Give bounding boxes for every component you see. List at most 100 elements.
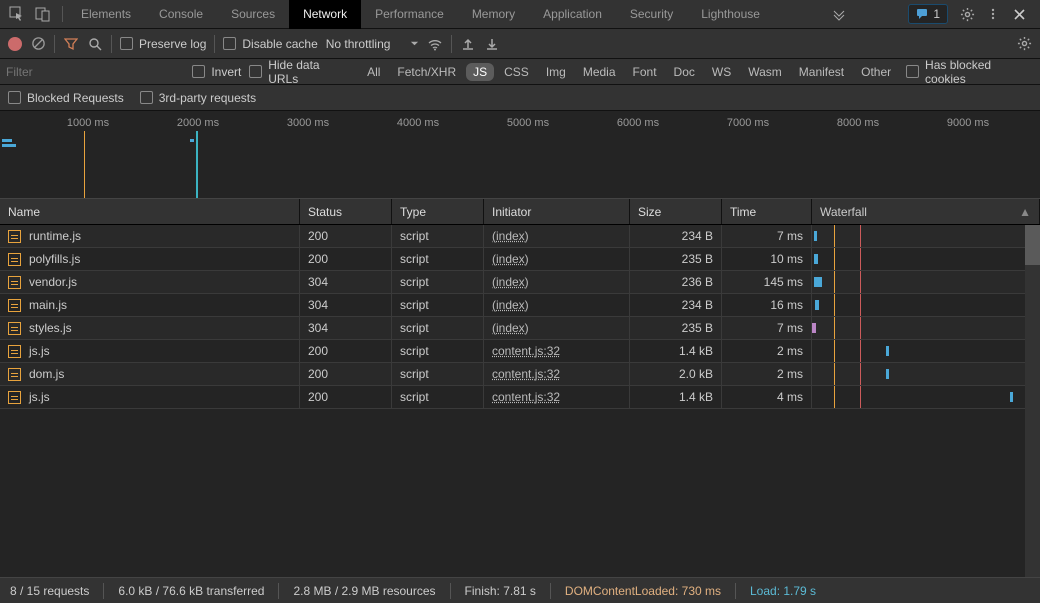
blocked-cookies-label: Has blocked cookies [925, 58, 1034, 86]
cell-name: runtime.js [0, 225, 300, 247]
more-tabs-chevron-icon[interactable] [828, 3, 850, 25]
inspect-icon[interactable] [6, 3, 28, 25]
tab-elements[interactable]: Elements [67, 0, 145, 29]
cell-time: 16 ms [722, 294, 812, 316]
gear-icon[interactable] [956, 3, 978, 25]
close-icon[interactable] [1008, 3, 1030, 25]
kebab-icon[interactable] [982, 3, 1004, 25]
cell-size: 2.0 kB [630, 363, 722, 385]
table-row[interactable]: js.js200scriptcontent.js:321.4 kB4 ms [0, 386, 1040, 409]
preserve-log-label: Preserve log [139, 37, 206, 51]
filter-chip-css[interactable]: CSS [497, 63, 536, 81]
search-icon[interactable] [87, 36, 103, 52]
cell-status: 304 [300, 294, 392, 316]
col-type[interactable]: Type [392, 199, 484, 224]
tab-lighthouse[interactable]: Lighthouse [687, 0, 774, 29]
col-size[interactable]: Size [630, 199, 722, 224]
clear-icon[interactable] [30, 36, 46, 52]
table-row[interactable]: js.js200scriptcontent.js:321.4 kB2 ms [0, 340, 1040, 363]
col-status[interactable]: Status [300, 199, 392, 224]
initiator-link[interactable]: content.js:32 [492, 344, 560, 358]
filter-chip-js[interactable]: JS [466, 63, 494, 81]
separator [111, 35, 112, 53]
tab-console[interactable]: Console [145, 0, 217, 29]
waterfall-bar [886, 369, 889, 379]
upload-icon[interactable] [460, 36, 476, 52]
tab-sources[interactable]: Sources [217, 0, 289, 29]
initiator-link[interactable]: (index) [492, 275, 529, 289]
device-toggle-icon[interactable] [32, 3, 54, 25]
filter-chip-font[interactable]: Font [626, 63, 664, 81]
cell-waterfall [812, 363, 1040, 385]
timeline-tick: 3000 ms [287, 117, 329, 129]
filter-chip-ws[interactable]: WS [705, 63, 738, 81]
table-row[interactable]: polyfills.js200script(index)235 B10 ms [0, 248, 1040, 271]
tab-memory[interactable]: Memory [458, 0, 529, 29]
cell-initiator: (index) [484, 225, 630, 247]
cell-type: script [392, 340, 484, 362]
filter-chip-media[interactable]: Media [576, 63, 623, 81]
dcl-marker [84, 131, 85, 198]
load-marker [196, 131, 198, 198]
record-button[interactable] [8, 37, 22, 51]
tab-security[interactable]: Security [616, 0, 687, 29]
initiator-link[interactable]: (index) [492, 229, 529, 243]
table-row[interactable]: styles.js304script(index)235 B7 ms [0, 317, 1040, 340]
timeline-tick: 5000 ms [507, 117, 549, 129]
cell-type: script [392, 317, 484, 339]
cell-size: 234 B [630, 225, 722, 247]
initiator-link[interactable]: content.js:32 [492, 390, 560, 404]
cell-name: vendor.js [0, 271, 300, 293]
hide-data-urls-checkbox[interactable]: Hide data URLs [249, 58, 352, 86]
filter-chip-other[interactable]: Other [854, 63, 898, 81]
download-icon[interactable] [484, 36, 500, 52]
file-name: runtime.js [29, 229, 81, 243]
third-party-checkbox[interactable]: 3rd-party requests [140, 91, 256, 105]
scrollthumb[interactable] [1025, 225, 1040, 265]
blocked-requests-checkbox[interactable]: Blocked Requests [8, 91, 124, 105]
table-row[interactable]: main.js304script(index)234 B16 ms [0, 294, 1040, 317]
waterfall-bar [815, 300, 819, 310]
filter-chip-wasm[interactable]: Wasm [741, 63, 789, 81]
timeline-tick: 9000 ms [947, 117, 989, 129]
cell-waterfall [812, 294, 1040, 316]
issues-badge[interactable]: 1 [908, 4, 948, 24]
table-row[interactable]: dom.js200scriptcontent.js:322.0 kB2 ms [0, 363, 1040, 386]
filter-chip-manifest[interactable]: Manifest [792, 63, 851, 81]
preserve-log-checkbox[interactable]: Preserve log [120, 37, 206, 51]
disable-cache-checkbox[interactable]: Disable cache [223, 37, 317, 51]
tab-performance[interactable]: Performance [361, 0, 458, 29]
throttling-select[interactable]: No throttling [326, 37, 420, 51]
invert-checkbox[interactable]: Invert [192, 65, 241, 79]
filter-chip-img[interactable]: Img [539, 63, 573, 81]
tab-network[interactable]: Network [289, 0, 361, 29]
separator [54, 35, 55, 53]
col-initiator[interactable]: Initiator [484, 199, 630, 224]
initiator-link[interactable]: (index) [492, 321, 529, 335]
initiator-link[interactable]: content.js:32 [492, 367, 560, 381]
filter-chip-all[interactable]: All [360, 63, 387, 81]
filter-icon[interactable] [63, 36, 79, 52]
cell-time: 145 ms [722, 271, 812, 293]
tab-application[interactable]: Application [529, 0, 616, 29]
waterfall-bar [814, 277, 822, 287]
blocked-cookies-checkbox[interactable]: Has blocked cookies [906, 58, 1034, 86]
gear-icon[interactable] [1016, 36, 1032, 52]
filter-chip-doc[interactable]: Doc [667, 63, 702, 81]
col-time[interactable]: Time [722, 199, 812, 224]
filter-input[interactable] [6, 63, 184, 81]
wifi-icon[interactable] [427, 36, 443, 52]
overview-timeline[interactable]: 1000 ms2000 ms3000 ms4000 ms5000 ms6000 … [0, 111, 1040, 199]
status-requests: 8 / 15 requests [10, 584, 89, 598]
table-row[interactable]: vendor.js304script(index)236 B145 ms [0, 271, 1040, 294]
status-load: Load: 1.79 s [750, 584, 816, 598]
col-name[interactable]: Name [0, 199, 300, 224]
col-waterfall[interactable]: Waterfall▲ [812, 199, 1040, 224]
type-filter-chips: AllFetch/XHRJSCSSImgMediaFontDocWSWasmMa… [360, 63, 898, 81]
scrollbar[interactable] [1025, 225, 1040, 577]
table-row[interactable]: runtime.js200script(index)234 B7 ms [0, 225, 1040, 248]
cell-name: dom.js [0, 363, 300, 385]
initiator-link[interactable]: (index) [492, 298, 529, 312]
initiator-link[interactable]: (index) [492, 252, 529, 266]
filter-chip-fetchxhr[interactable]: Fetch/XHR [390, 63, 463, 81]
